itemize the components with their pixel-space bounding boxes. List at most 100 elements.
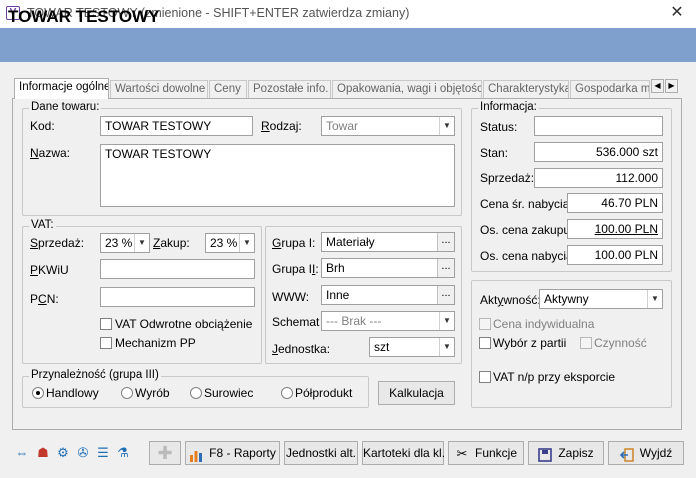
os-zakupu-field[interactable]: 100.00 PLN <box>567 219 663 239</box>
www-label: WWW: <box>272 290 310 304</box>
rodzaj-value: Towar <box>326 119 359 133</box>
radio-surowiec[interactable] <box>190 387 202 399</box>
tab-scroll-right-icon[interactable]: ▶ <box>665 79 678 93</box>
tab-wartosci-dowolne[interactable]: Wartości dowolne <box>110 80 208 98</box>
chevron-down-icon[interactable]: ▼ <box>439 338 454 356</box>
vat-sprzedaz-value: 23 % <box>105 236 133 250</box>
grupa1-field[interactable]: Materiały ... <box>321 232 455 252</box>
cena-indywidualna-label: Cena indywidualna <box>493 317 595 331</box>
hierarchy-icon[interactable]: ☗ <box>35 445 51 461</box>
vat-zakup-label: Zakup: <box>153 236 190 250</box>
raporty-button[interactable]: F8 - Raporty <box>185 441 280 465</box>
aktywnosc-value: Aktywny <box>544 292 589 306</box>
radio-polprodukt[interactable] <box>281 387 293 399</box>
www-value: Inne <box>326 288 350 302</box>
vat-title: VAT: <box>29 219 56 231</box>
vat-sprzedaz-select[interactable]: 23 % ▼ <box>100 233 150 253</box>
grupa2-field[interactable]: Brh ... <box>321 258 455 278</box>
chevron-down-icon[interactable]: ▼ <box>647 290 662 308</box>
kalkulacja-button[interactable]: Kalkulacja <box>378 381 455 405</box>
schemat-value: --- Brak --- <box>326 314 382 328</box>
gear-icon[interactable]: ⚙ <box>55 445 71 461</box>
wyjdz-button[interactable]: Wyjdź <box>608 441 684 465</box>
info-sprzedaz-field: 112.000 <box>534 168 663 188</box>
tab-scroll-left-icon[interactable]: ◀ <box>651 79 664 93</box>
swap-arrows-icon[interactable]: ⇔ <box>14 445 30 461</box>
tools-icon[interactable]: ✇ <box>75 445 91 461</box>
grupa1-browse-button[interactable]: ... <box>437 233 454 251</box>
tab-opakowania[interactable]: Opakowania, wagi i objętości <box>332 80 482 98</box>
aktywnosc-select[interactable]: Aktywny ▼ <box>539 289 663 309</box>
status-label: Status: <box>480 120 518 134</box>
cena-sr-label: Cena śr. nabycia: <box>480 197 573 211</box>
plus-icon: ✚ <box>157 443 173 463</box>
kod-label: Kod: <box>30 119 55 133</box>
os-zakupu-value: 100.00 PLN <box>594 222 658 236</box>
exit-icon <box>619 447 634 462</box>
tab-gospodarka[interactable]: Gospodarka ma <box>570 80 650 98</box>
funkcje-button[interactable]: ✂ Funkcje <box>448 441 524 465</box>
pcn-label: PCN: <box>30 292 59 306</box>
cena-indywidualna-checkbox[interactable] <box>479 318 491 330</box>
vat-odwrotne-label: VAT Odwrotne obciążenie <box>115 317 253 331</box>
kartoteki-button[interactable]: Kartoteki dla kl. <box>362 441 445 465</box>
os-nabycia-label: Os. cena nabycia: <box>480 249 577 263</box>
status-field <box>534 116 663 136</box>
zapisz-label: Zapisz <box>558 446 594 460</box>
zapisz-button[interactable]: Zapisz <box>528 441 604 465</box>
tab-informacje-ogolne[interactable]: Informacje ogólne <box>14 78 109 99</box>
radio-wyrob-label: Wyrób <box>135 386 170 400</box>
chevron-down-icon[interactable]: ▼ <box>439 312 454 330</box>
pcn-input[interactable] <box>100 287 255 307</box>
radio-polprodukt-label: Półprodukt <box>295 386 353 400</box>
vat-zakup-select[interactable]: 23 % ▼ <box>205 233 255 253</box>
nazwa-textarea[interactable]: TOWAR TESTOWY <box>100 144 455 207</box>
vat-np-label: VAT n/p przy eksporcie <box>493 370 616 384</box>
pkwiu-input[interactable] <box>100 259 255 279</box>
flask-icon[interactable]: ⚗ <box>115 445 131 461</box>
mechanizm-pp-checkbox[interactable] <box>100 337 112 349</box>
os-nabycia-field: 100.00 PLN <box>567 245 663 265</box>
cena-sr-field: 46.70 PLN <box>567 193 663 213</box>
jednostki-alt-button[interactable]: Jednostki alt. <box>284 441 358 465</box>
grupa2-value: Brh <box>326 261 345 275</box>
tab-ceny[interactable]: Ceny <box>209 80 247 98</box>
wyjdz-label: Wyjdź <box>639 446 673 460</box>
jednostka-value: szt <box>374 340 390 354</box>
vat-odwrotne-checkbox[interactable] <box>100 318 112 330</box>
radio-handlowy[interactable] <box>32 387 44 399</box>
schemat-label: Schemat <box>272 315 320 329</box>
czynnosc-label: Czynność <box>594 336 647 350</box>
vat-np-checkbox[interactable] <box>479 371 491 383</box>
bar-chart-icon <box>189 447 203 462</box>
add-button[interactable]: ✚ <box>149 441 181 465</box>
dane-towaru-title: Dane towaru: <box>29 101 102 113</box>
jednostka-select[interactable]: szt ▼ <box>369 337 455 357</box>
wrench-icon: ✂ <box>456 445 468 461</box>
close-icon[interactable]: ✕ <box>662 2 692 24</box>
list-icon[interactable]: ☰ <box>95 445 111 461</box>
kod-input[interactable]: TOWAR TESTOWY <box>100 116 253 136</box>
radio-wyrob[interactable] <box>121 387 133 399</box>
grupa2-label: Grupa II: <box>272 262 319 276</box>
rodzaj-select[interactable]: Towar ▼ <box>321 116 455 136</box>
funkcje-label: Funkcje <box>474 446 518 460</box>
przynaleznosc-title: Przynależność (grupa III) <box>29 369 161 381</box>
tab-pozostale-info[interactable]: Pozostałe info. <box>248 80 331 98</box>
www-field[interactable]: Inne ... <box>321 285 455 305</box>
www-browse-button[interactable]: ... <box>437 286 454 304</box>
chevron-down-icon[interactable]: ▼ <box>439 117 454 135</box>
chevron-down-icon[interactable]: ▼ <box>239 234 254 252</box>
grupa2-browse-button[interactable]: ... <box>437 259 454 277</box>
wybor-z-partii-checkbox[interactable] <box>479 337 491 349</box>
schemat-select[interactable]: --- Brak --- ▼ <box>321 311 455 331</box>
jednostka-label: Jednostka: <box>272 342 331 356</box>
pkwiu-label: PKWiU <box>30 263 69 277</box>
tab-charakterystyka[interactable]: Charakterystyka <box>483 80 569 98</box>
mechanizm-pp-label: Mechanizm PP <box>115 336 196 350</box>
chevron-down-icon[interactable]: ▼ <box>134 234 149 252</box>
aktywnosc-label: Aktywność: <box>480 293 541 307</box>
os-zakupu-label: Os. cena zakupu: <box>480 223 574 237</box>
info-sprzedaz-label: Sprzedaż: <box>480 171 535 185</box>
czynnosc-checkbox[interactable] <box>580 337 592 349</box>
